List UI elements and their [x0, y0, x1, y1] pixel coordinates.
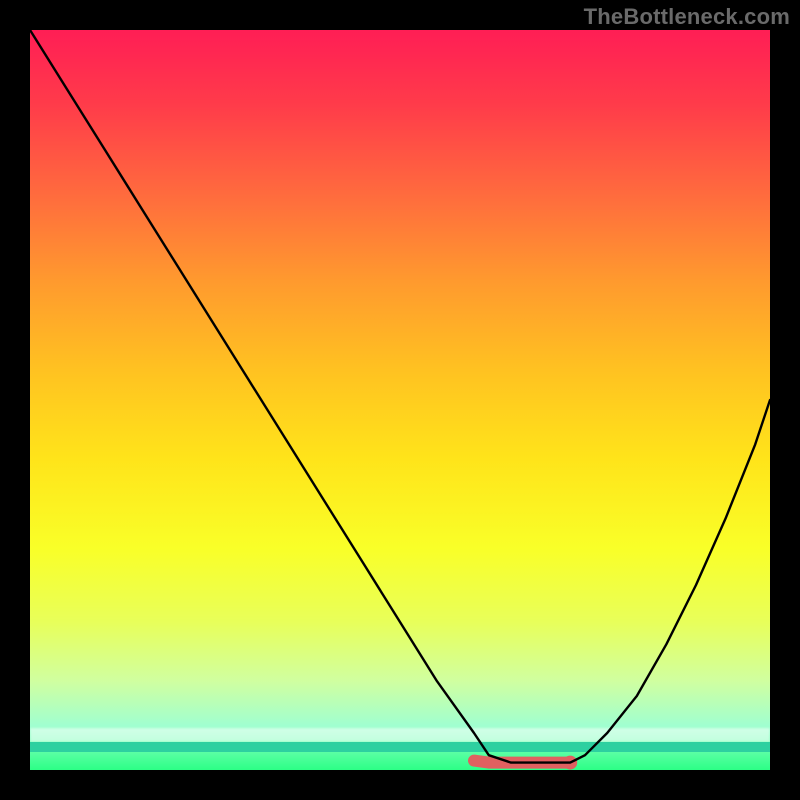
chart-svg [30, 30, 770, 770]
watermark-text: TheBottleneck.com [584, 4, 790, 30]
bottleneck-curve [30, 30, 770, 763]
chart-frame: TheBottleneck.com [0, 0, 800, 800]
plot-area [30, 30, 770, 770]
